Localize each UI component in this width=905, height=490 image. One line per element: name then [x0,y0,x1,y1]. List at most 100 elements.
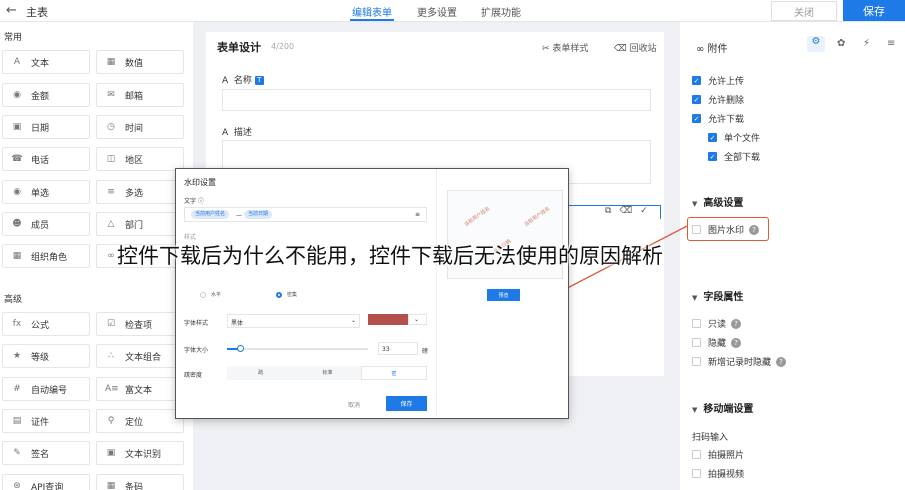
component-date[interactable]: ▣ 日期 [2,115,90,139]
save-button[interactable]: 保存 [843,0,905,21]
component-api[interactable]: ⊛ API查询 [2,474,90,490]
component-text[interactable]: A 文本 [2,50,90,74]
component-checkbox[interactable]: ≡ 多选 [96,180,184,204]
font-style-label: 字体样式 [184,320,209,327]
component-number[interactable]: ▦ 数值 [96,50,184,74]
font-size-slider[interactable] [227,348,368,350]
form-style-button[interactable]: ✂ 表单样式 [542,41,588,54]
density-option-sparse[interactable]: 疏 [227,366,294,380]
readonly-checkbox[interactable]: 只读? [692,317,742,330]
delete-icon[interactable]: ⌫ [619,206,640,216]
allow-download-checkbox[interactable]: ✓ 允许下载 [692,112,744,125]
dialog-save-button[interactable]: 保存 [386,396,427,411]
component-money[interactable]: ◉ 金额 [2,83,90,107]
checkbox-box[interactable] [692,338,701,347]
chip-separator: — [236,212,242,219]
location-icon: ⚲ [107,416,115,426]
component-rich-text[interactable]: A≡ 富文本 [96,377,184,401]
field-input-name[interactable] [222,89,651,111]
radio-horizontal[interactable]: 水平 [200,291,221,298]
clock-icon: ◷ [107,122,115,132]
close-button[interactable]: 关闭 [771,1,837,21]
form-title: 表单设计 [217,41,261,54]
help-icon[interactable]: ? [731,337,742,348]
field-properties-section[interactable]: ▼ 字段属性 [692,288,743,303]
watermark-sample: 当前用户姓名 [523,205,552,228]
field-picker-icon[interactable]: ≡ [415,211,420,218]
checkbox-box[interactable]: ✓ [692,76,701,85]
color-swatch[interactable] [368,314,408,325]
take-video-checkbox[interactable]: 拍摄视频 [692,467,744,480]
gear-icon[interactable]: ⚙ [807,36,825,52]
checkbox-box[interactable] [692,319,701,328]
help-icon[interactable]: ? [776,356,787,367]
component-check-item[interactable]: ☑ 检查项 [96,312,184,336]
component-rating[interactable]: ★ 等级 [2,344,90,368]
chevron-down-icon[interactable]: ⌄ [414,316,419,323]
calendar-icon: ▣ [12,122,22,132]
advanced-settings-section[interactable]: ▼ 高级设置 [692,194,743,209]
allow-upload-checkbox[interactable]: ✓ 允许上传 [692,74,744,87]
allow-delete-checkbox[interactable]: ✓ 允许删除 [692,93,744,106]
checkbox-box[interactable] [692,357,701,366]
component-barcode[interactable]: ▦ 条码 [96,474,184,490]
palette-icon[interactable]: ✿ [837,38,845,49]
component-phone[interactable]: ☎ 电话 [2,147,90,171]
check-icon[interactable]: ✓ [640,206,656,216]
help-icon[interactable]: ? [731,318,742,329]
single-file-checkbox[interactable]: ✓ 单个文件 [708,131,760,144]
arrow-left-icon[interactable]: ← [6,3,17,18]
component-auto-number[interactable]: # 自动编号 [2,377,90,401]
component-text-combine[interactable]: ∴ 文本组合 [96,344,184,368]
component-formula[interactable]: fx 公式 [2,312,90,336]
api-icon: ⊛ [13,481,21,490]
component-ocr[interactable]: ▣ 文本识别 [96,441,184,465]
chip-current-date[interactable]: 当前日期 [244,210,273,219]
dialog-cancel-button[interactable]: 取消 [348,400,360,409]
component-time[interactable]: ◷ 时间 [96,115,184,139]
component-radio[interactable]: ◉ 单选 [2,180,90,204]
tab-extensions[interactable]: 扩展功能 [481,4,521,19]
font-select[interactable] [227,314,360,328]
help-icon[interactable]: ⓘ [198,198,204,205]
checkbox-box[interactable]: ✓ [692,114,701,123]
download-all-checkbox[interactable]: ✓ 全部下载 [708,150,760,163]
field-label-name: A 名称 T [222,73,264,86]
mobile-settings-section[interactable]: ▼ 移动端设置 [692,400,753,415]
chip-current-user[interactable]: 当前用户姓名 [191,210,230,219]
hide-on-new-checkbox[interactable]: 新增记录时隐藏? [692,355,787,368]
font-size-label: 字体大小 [184,347,209,354]
component-member[interactable]: ☻ 成员 [2,212,90,236]
checkbox-box[interactable]: ✓ [708,152,717,161]
recycle-bin-button[interactable]: ⌫ 回收站 [614,41,657,54]
copy-icon[interactable]: ⧉ [605,206,619,216]
component-location[interactable]: ⚲ 定位 [96,409,184,433]
font-size-slider-handle[interactable] [237,345,244,352]
field-toolbar: ⧉⌫✓ [605,206,656,216]
take-photo-checkbox[interactable]: 拍摄照片 [692,448,744,461]
density-label: 疏密度 [184,372,203,379]
checkbox-box[interactable]: ✓ [708,133,717,142]
density-option-dense[interactable]: 密 [361,366,427,380]
component-signature[interactable]: ✎ 签名 [2,441,90,465]
tab-more-settings[interactable]: 更多设置 [417,4,457,19]
component-id-card[interactable]: ▤ 证件 [2,409,90,433]
tab-edit-form[interactable]: 编辑表单 [352,4,392,19]
checkbox-box[interactable] [692,469,701,478]
preview-button[interactable]: 预览 [487,289,520,301]
radio-dense[interactable]: 密集 [276,291,297,298]
bolt-icon[interactable]: ⚡ [863,38,870,49]
component-department[interactable]: △ 部门 [96,212,184,236]
chevron-down-icon[interactable]: ⌄ [351,317,356,324]
checkbox-box[interactable] [692,450,701,459]
app-title: 主表 [26,6,48,19]
density-option-standard[interactable]: 标准 [294,366,361,380]
hidden-checkbox[interactable]: 隐藏? [692,336,742,349]
sort-icon[interactable]: ≡ [887,38,895,49]
component-mail[interactable]: ✉ 邮箱 [96,83,184,107]
check-item-icon: ☑ [106,319,116,329]
checkbox-box[interactable]: ✓ [692,95,701,104]
component-region[interactable]: ◫ 地区 [96,147,184,171]
id-card-icon: ▤ [12,416,22,426]
component-role[interactable]: ▦ 组织角色 [2,244,90,268]
